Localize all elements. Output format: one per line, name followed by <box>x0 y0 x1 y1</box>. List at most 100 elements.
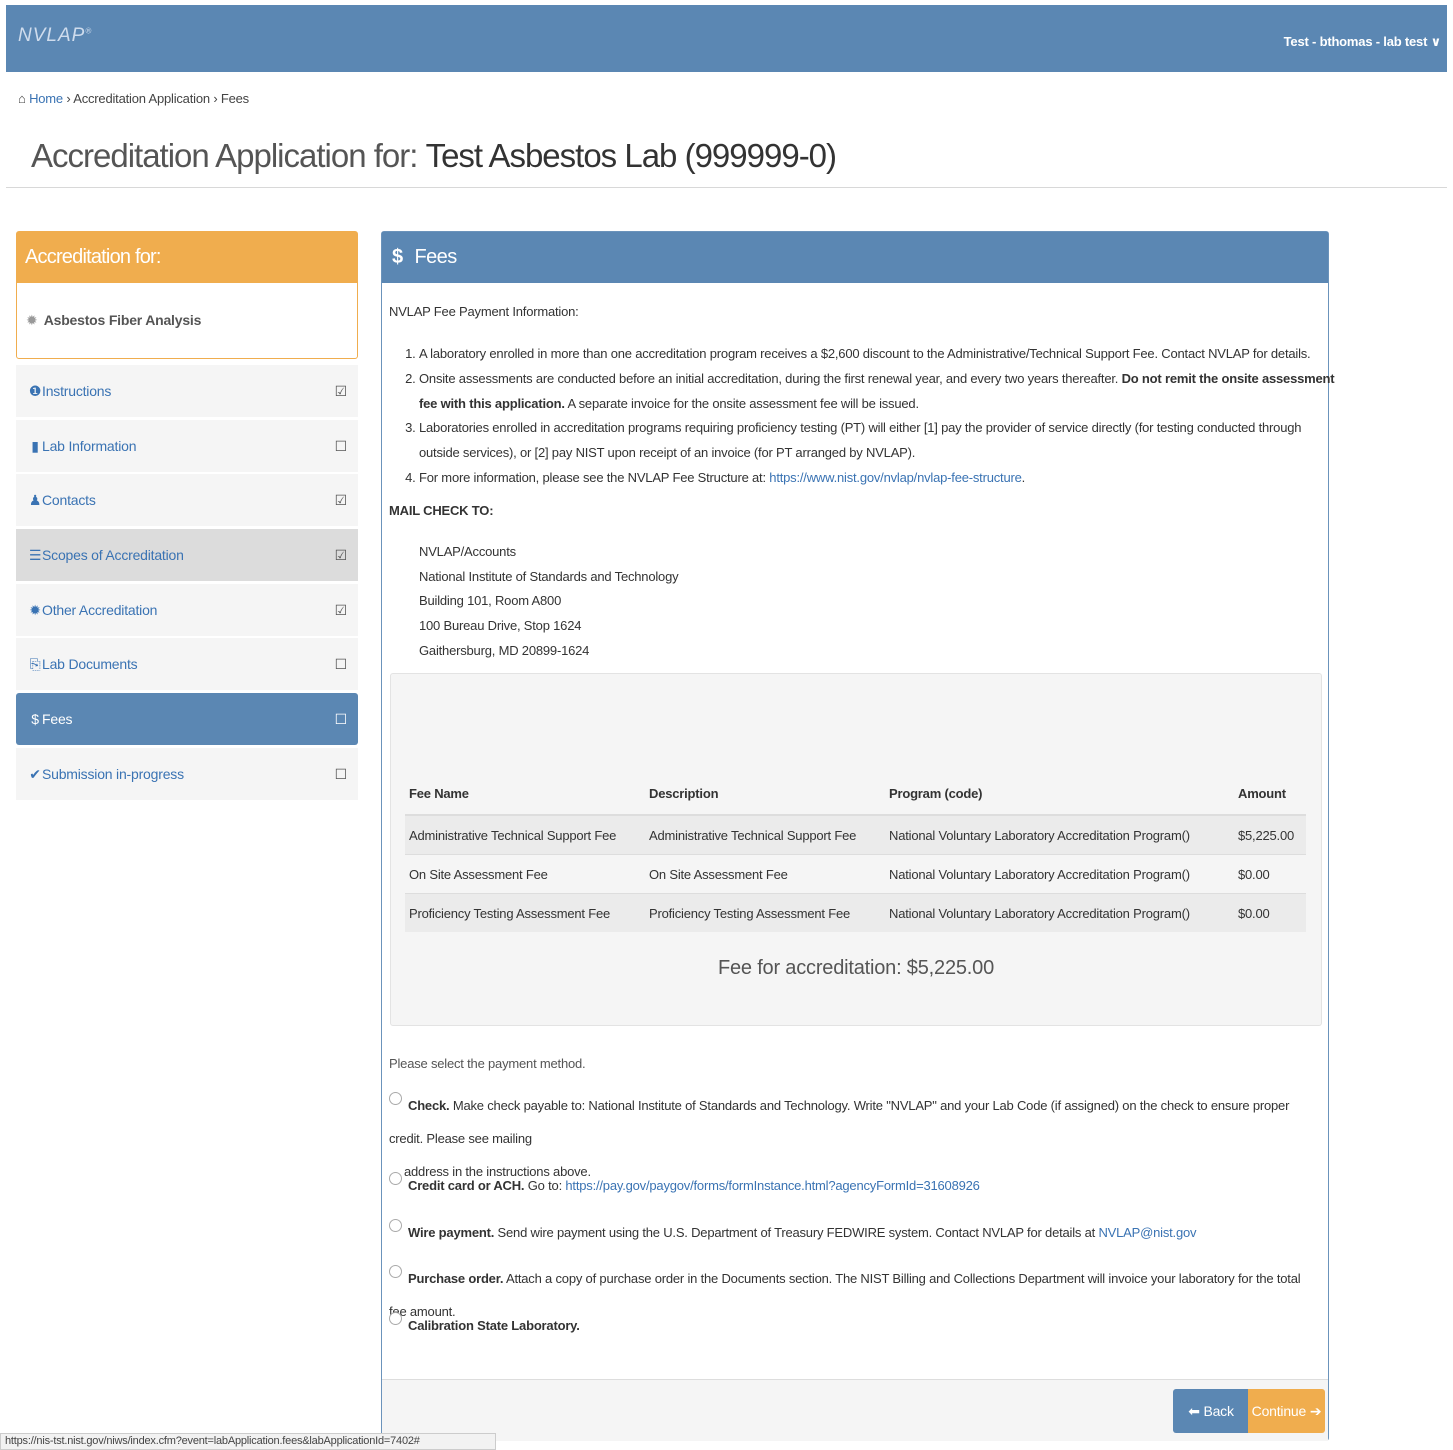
nav-item-label: Lab Information <box>42 437 137 454</box>
checked-box-icon: ☑ <box>334 601 348 618</box>
option-text: Send wire payment using the U.S. Departm… <box>494 1225 1099 1240</box>
fee-amount-cell: $0.00 <box>1234 854 1306 894</box>
option-label: Credit card or ACH. <box>408 1178 525 1193</box>
paygov-link[interactable]: https://pay.gov/paygov/forms/formInstanc… <box>565 1178 980 1193</box>
fee-name-cell: On Site Assessment Fee <box>405 854 645 894</box>
option-label: Check. <box>408 1098 450 1113</box>
nav-item-instructions[interactable]: ❶ Instructions ☑ <box>16 365 358 417</box>
nav-item-lab-information[interactable]: ▮ Lab Information ☐ <box>16 419 358 472</box>
fee-info-list: A laboratory enrolled in more than one a… <box>389 342 1344 491</box>
table-row: Proficiency Testing Assessment Fee Profi… <box>405 893 1306 932</box>
application-steps-nav: ❶ Instructions ☑ ▮ Lab Information ☐ ♟ C… <box>16 365 358 803</box>
empty-box-icon: ☐ <box>334 437 348 454</box>
fee-description-cell: Proficiency Testing Assessment Fee <box>645 893 885 932</box>
fee-info-title: NVLAP Fee Payment Information: <box>389 304 579 319</box>
nav-item-label: Submission in-progress <box>42 765 184 782</box>
fees-panel: $Fees NVLAP Fee Payment Information: A l… <box>381 231 1335 1441</box>
fee-program-cell: National Voluntary Laboratory Accreditat… <box>885 893 1234 932</box>
certificate-icon: ✹ <box>29 601 41 618</box>
breadcrumb: ⌂ Home › Accreditation Application › Fee… <box>18 91 249 106</box>
check-radio[interactable] <box>389 1092 402 1106</box>
payment-option-calibration-state-lab: Calibration State Laboratory. <box>389 1309 1309 1342</box>
list-icon: ☰ <box>28 547 42 564</box>
nav-item-submission[interactable]: ✔ Submission in-progress ☐ <box>16 747 358 800</box>
back-button[interactable]: ⬅ Back <box>1173 1389 1249 1433</box>
fee-amount-cell: $5,225.00 <box>1234 814 1306 855</box>
fee-name-cell: Administrative Technical Support Fee <box>405 814 645 855</box>
option-text: Go to: <box>524 1178 566 1193</box>
fee-table: Fee Name Description Program (code) Amou… <box>405 773 1306 932</box>
address-line: 100 Bureau Drive, Stop 1624 <box>419 618 582 634</box>
nav-item-label: Scopes of Accreditation <box>42 547 184 564</box>
breadcrumb-separator: › <box>213 91 218 106</box>
user-icon: ♟ <box>28 492 42 509</box>
info-icon: ❶ <box>28 383 42 399</box>
nav-item-label: Instructions <box>42 383 112 399</box>
nav-item-label: Fees <box>42 711 73 728</box>
payment-option-credit-card: Credit card or ACH. Go to: https://pay.g… <box>389 1169 1309 1202</box>
column-header-fee-name: Fee Name <box>405 773 645 816</box>
nav-item-contacts[interactable]: ♟ Contacts ☑ <box>16 474 358 527</box>
breadcrumb-item-fees: Fees <box>220 91 249 106</box>
page-title: Accreditation Application for: Test Asbe… <box>31 137 837 175</box>
empty-box-icon: ☐ <box>334 656 348 673</box>
fee-table-header-row: Fee Name Description Program (code) Amou… <box>405 773 1306 816</box>
certificate-icon: ✹ <box>26 312 38 328</box>
fee-info-item: A laboratory enrolled in more than one a… <box>419 342 1344 367</box>
fee-name-cell: Proficiency Testing Assessment Fee <box>405 893 645 932</box>
nav-item-other-accreditation[interactable]: ✹ Other Accreditation ☑ <box>16 583 358 636</box>
fee-total: Fee for accreditation: $5,225.00 <box>717 957 994 979</box>
fee-info-text: Onsite assessments are conducted before … <box>419 370 1122 386</box>
wire-radio[interactable] <box>389 1219 402 1233</box>
fee-summary-well: Fee Name Description Program (code) Amou… <box>390 673 1322 1026</box>
fees-panel-header: $ Fees <box>382 232 1328 283</box>
nvlap-email-link[interactable]: NVLAP@nist.gov <box>1098 1225 1196 1240</box>
fee-description-cell: Administrative Technical Support Fee <box>645 814 885 855</box>
dollar-icon: $ <box>392 246 403 268</box>
user-menu-label: Test - bthomas - lab test <box>1283 34 1428 49</box>
column-header-description: Description <box>645 773 885 816</box>
logo-text: NVLAP <box>18 25 86 46</box>
address-line: National Institute of Standards and Tech… <box>419 568 679 584</box>
purchase-order-radio[interactable] <box>389 1265 402 1279</box>
breadcrumb-separator: › <box>66 91 71 106</box>
breadcrumb-home-link[interactable]: Home <box>29 91 63 106</box>
column-header-amount: Amount <box>1234 773 1306 816</box>
fee-structure-link[interactable]: https://www.nist.gov/nvlap/nvlap-fee-str… <box>769 470 1022 485</box>
address-line: NVLAP/Accounts <box>419 544 516 559</box>
nav-item-fees[interactable]: $ Fees ☐ <box>16 693 358 746</box>
option-text: Make check payable to: National Institut… <box>389 1098 1290 1146</box>
nav-item-lab-documents[interactable]: ⎘ Lab Documents ☐ <box>16 638 358 691</box>
nav-item-label: Other Accreditation <box>42 601 158 618</box>
continue-button[interactable]: Continue ➔ <box>1248 1389 1325 1433</box>
address-line: Gaithersburg, MD 20899-1624 <box>419 642 590 658</box>
fee-program-cell: National Voluntary Laboratory Accreditat… <box>885 814 1234 855</box>
breadcrumb-item-application: Accreditation Application <box>73 91 210 106</box>
page-title-lab: Test Asbestos Lab (999999-0) <box>425 137 837 174</box>
nav-item-scopes-of-accreditation[interactable]: ☰ Scopes of Accreditation ☑ <box>16 529 358 582</box>
mailing-address: NVLAP/Accounts National Institute of Sta… <box>419 540 679 664</box>
arrow-right-icon: ➔ <box>1309 1403 1322 1419</box>
documents-icon: ⎘ <box>29 656 41 673</box>
back-button-label: Back <box>1203 1403 1234 1419</box>
option-label: Purchase order. <box>408 1271 504 1286</box>
payment-option-wire: Wire payment. Send wire payment using th… <box>389 1216 1309 1249</box>
checked-box-icon: ☑ <box>334 492 348 509</box>
status-bar-url: https://nis-tst.nist.gov/niws/index.cfm?… <box>0 1433 496 1450</box>
empty-box-icon: ☐ <box>334 765 348 782</box>
accreditation-for-panel: Accreditation for: ✹ Asbestos Fiber Anal… <box>16 231 358 359</box>
fee-info-text: A separate invoice for the onsite assess… <box>564 395 919 411</box>
accreditation-program-item: ✹ Asbestos Fiber Analysis <box>17 283 357 329</box>
fee-info-item: Onsite assessments are conducted before … <box>419 367 1344 417</box>
credit-card-radio[interactable] <box>389 1172 402 1186</box>
fee-description-cell: On Site Assessment Fee <box>645 854 885 894</box>
address-line: Building 101, Room A800 <box>419 593 562 609</box>
top-navbar: NVLAP® Test - bthomas - lab test ∨ <box>6 5 1447 72</box>
calibration-state-lab-radio[interactable] <box>389 1312 402 1326</box>
payment-method-prompt: Please select the payment method. <box>389 1056 586 1071</box>
dollar-icon: $ <box>31 711 39 728</box>
checkmark-icon: ✔ <box>29 765 41 782</box>
user-menu[interactable]: Test - bthomas - lab test ∨ <box>1283 34 1442 50</box>
nvlap-logo[interactable]: NVLAP® <box>18 25 92 47</box>
home-icon: ⌂ <box>18 91 26 106</box>
